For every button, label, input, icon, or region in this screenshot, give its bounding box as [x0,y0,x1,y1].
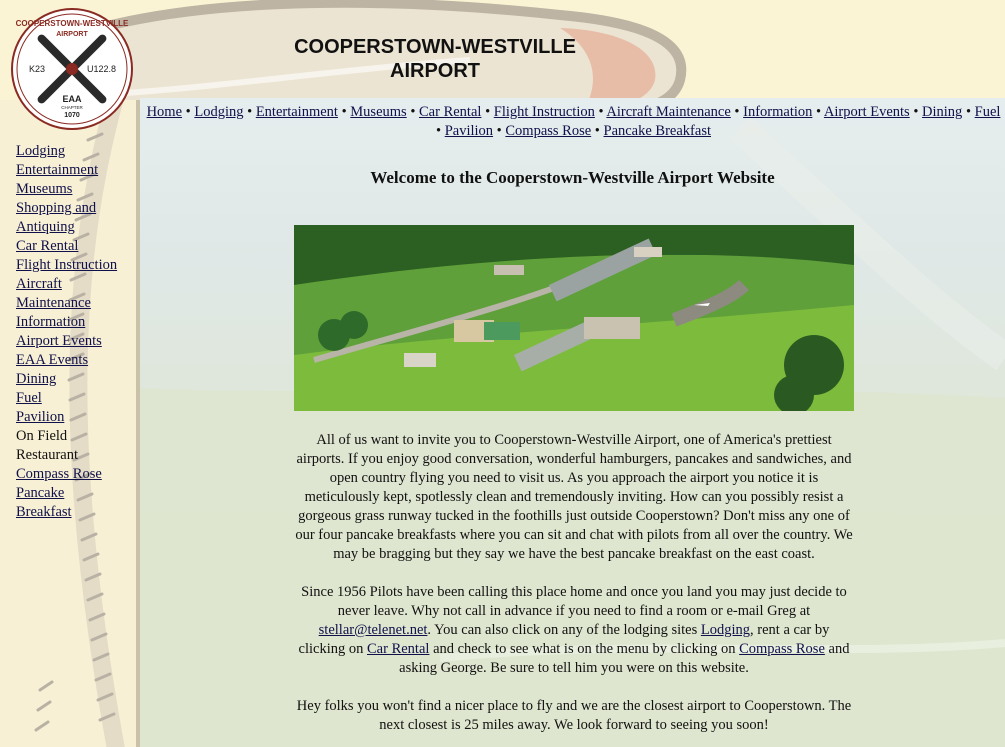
sidebar-item-breakfast[interactable]: Breakfast [16,503,126,522]
sidebar-item-museums[interactable]: Museums [16,180,126,199]
nav-separator: • [406,104,420,120]
sidebar-item-on-field: On Field [16,428,68,444]
sidebar-item-flight-instruction[interactable]: Flight Instruction [16,256,126,275]
top-nav-entertainment[interactable]: Entertainment [256,104,338,120]
closing-paragraph: Hey folks you won't find a nicer place t… [296,698,852,733]
email-link[interactable]: stellar@telenet.net [319,622,428,638]
site-title-line1: COOPERSTOWN-WESTVILLE [294,36,576,58]
sidebar-item-maintenance[interactable]: Maintenance [16,294,126,313]
sidebar-item-car-rental[interactable]: Car Rental [16,237,126,256]
logo-top-text2: AIRPORT [56,31,88,38]
top-nav-home[interactable]: Home [147,104,182,120]
nav-separator: • [591,123,604,139]
main-content: Home • Lodging • Entertainment • Museums… [140,98,1005,747]
nav-separator: • [730,104,744,120]
header-banner: COOPERSTOWN-WESTVILLE AIRPORT [0,0,1005,124]
sidebar-item-shopping-and[interactable]: Shopping and [16,199,126,218]
page-frame: COOPERSTOWN-WESTVILLE AIRPORT Lodging En… [0,0,1005,747]
top-nav-lodging[interactable]: Lodging [194,104,243,120]
logo-bottom-text: EAA [62,94,82,104]
history-text-1: Since 1956 Pilots have been calling this… [301,584,847,619]
nav-separator: • [243,104,256,120]
top-nav-information[interactable]: Information [743,104,812,120]
airport-aerial-photo [294,225,854,411]
sidebar-item-pancake[interactable]: Pancake [16,484,126,503]
nav-separator: • [481,104,494,120]
top-nav-compass-rose[interactable]: Compass Rose [505,123,591,139]
top-nav-car-rental[interactable]: Car Rental [419,104,481,120]
sidebar-item-entertainment[interactable]: Entertainment [16,161,126,180]
top-nav-museums[interactable]: Museums [350,104,406,120]
sidebar-item-information[interactable]: Information [16,313,126,332]
site-title-line2: AIRPORT [390,60,480,82]
nav-separator: • [182,104,195,120]
nav-separator: • [909,104,923,120]
inline-compass-rose-link[interactable]: Compass Rose [739,641,825,657]
nav-separator: • [962,104,975,120]
intro-paragraph: All of us want to invite you to Cooperst… [295,432,853,562]
nav-separator: • [594,104,607,120]
logo-left-code: K23 [29,64,45,74]
logo-right-code: U122.8 [87,64,116,74]
top-nav-pancake-breakfast[interactable]: Pancake Breakfast [604,123,712,139]
sidebar-item-restaurant: Restaurant [16,447,79,463]
sidebar-item-antiquing[interactable]: Antiquing [16,218,126,237]
nav-separator: • [493,123,506,139]
sidebar-item-airport-events[interactable]: Airport Events [16,332,126,351]
site-title: COOPERSTOWN-WESTVILLE AIRPORT [240,35,630,83]
top-nav-pavilion[interactable]: Pavilion [445,123,493,139]
nav-separator: • [337,104,351,120]
sidebar-item-lodging[interactable]: Lodging [16,142,126,161]
nav-separator: • [812,104,824,120]
nav-separator: • [436,123,445,139]
logo-bottom-text3: 1070 [64,112,80,119]
left-sidebar: Lodging Entertainment Museums Shopping and A… [0,100,140,747]
top-nav-dining[interactable]: Dining [922,104,962,120]
welcome-heading: Welcome to the Cooperstown-Westville Air… [370,168,775,187]
logo-top-text: COOPERSTOWN-WESTVILLE [16,19,129,28]
sidebar-item-fuel[interactable]: Fuel [16,389,126,408]
logo-bottom-text2: CHAPTER [61,105,83,110]
top-nav-flight-instruction[interactable]: Flight Instruction [494,104,595,120]
sidebar-nav: Lodging Entertainment Museums Shopping and A… [16,142,126,522]
history-paragraph: Since 1956 Pilots have been calling this… [294,583,854,678]
sidebar-item-aircraft[interactable]: Aircraft [16,275,126,294]
top-nav-airport-events[interactable]: Airport Events [824,104,910,120]
history-text-4: and check to see what is on the menu by … [429,641,740,657]
history-text-2: . You can also click on any of the lodgi… [427,622,701,638]
sidebar-item-compass-rose[interactable]: Compass Rose [16,465,126,484]
inline-car-rental-link[interactable]: Car Rental [367,641,429,657]
top-navigation: Home • Lodging • Entertainment • Museums… [146,103,1001,141]
inline-lodging-link[interactable]: Lodging [701,622,750,638]
sidebar-item-pavilion[interactable]: Pavilion [16,408,126,427]
top-nav-fuel[interactable]: Fuel [975,104,1001,120]
top-nav-aircraft-maintenance[interactable]: Aircraft Maintenance [606,104,730,120]
sidebar-item-dining[interactable]: Dining [16,370,126,389]
sidebar-item-eaa-events[interactable]: EAA Events [16,351,126,370]
welcome-body: All of us want to invite you to Cooperst… [294,431,854,747]
airport-logo: COOPERSTOWN-WESTVILLE AIRPORT K23 U122.8… [11,8,133,130]
